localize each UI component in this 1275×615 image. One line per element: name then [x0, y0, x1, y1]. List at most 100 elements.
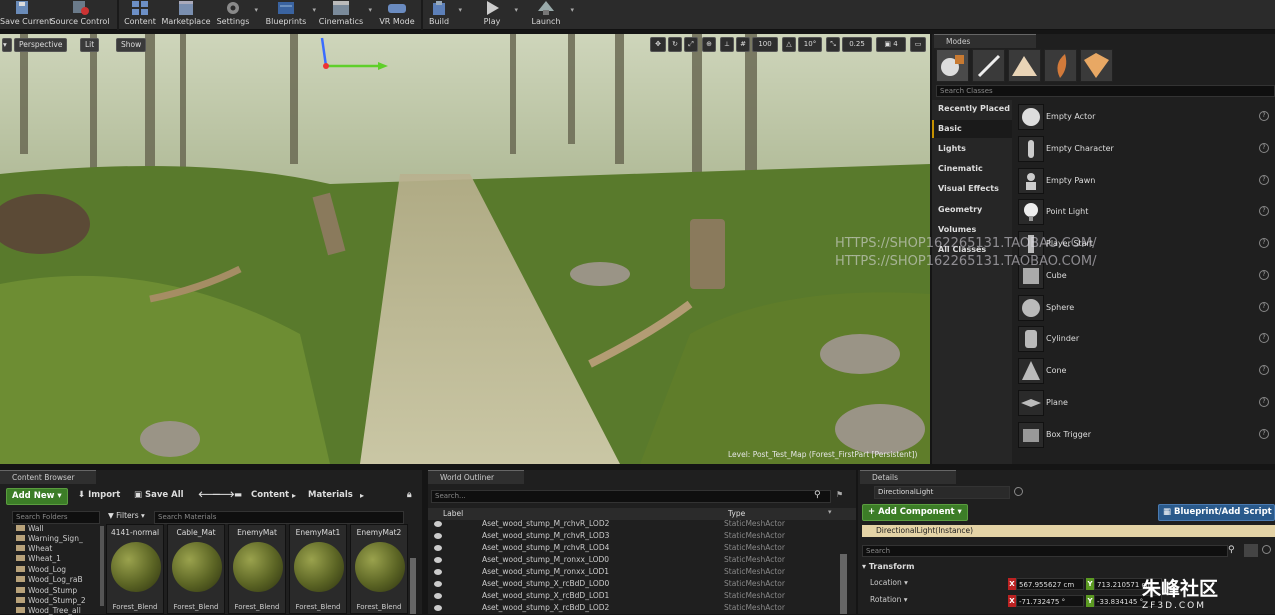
component-instance-row[interactable]: DirectionalLight(Instance) [862, 525, 1275, 537]
vr-mode-button[interactable]: VR Mode [376, 0, 418, 30]
chevron-down-icon[interactable]: ▾ [570, 6, 574, 14]
surface-snap-icon[interactable]: ⟂ [720, 37, 734, 52]
forward-arrow-icon[interactable]: 🡒 [212, 488, 235, 503]
class-item-empty-pawn[interactable]: Empty Pawn? [1016, 166, 1275, 196]
folder-item[interactable]: Wood_Stump [16, 586, 77, 595]
foliage-mode-button[interactable] [1044, 49, 1077, 82]
scale-mode-icon[interactable]: ⤢ [684, 37, 698, 52]
class-item-point-light[interactable]: Point Light? [1016, 197, 1275, 227]
asset-tile[interactable]: EnemyMat1 Forest_Blend [289, 524, 347, 614]
filters-button[interactable]: ▼ Filters ▾ [108, 511, 145, 520]
chevron-down-icon[interactable]: ▾ [368, 6, 372, 14]
help-icon[interactable]: ? [1259, 175, 1269, 185]
visibility-eye-icon[interactable] [434, 545, 442, 551]
category-lights[interactable]: Lights [938, 144, 966, 153]
asset-tile[interactable]: Cable_Mat Forest_Blend [167, 524, 225, 614]
folder-item[interactable]: Wood_Log_raB [16, 575, 83, 584]
paint-mode-button[interactable] [972, 49, 1005, 82]
folder-scrollbar[interactable] [100, 526, 104, 606]
category-geometry[interactable]: Geometry [938, 205, 982, 214]
save-current-button[interactable]: Save Current [0, 0, 52, 30]
camera-speed-button[interactable]: ▣ 4 [876, 37, 906, 52]
landscape-mode-button[interactable] [1008, 49, 1041, 82]
import-button[interactable]: ⬇ Import [78, 488, 120, 503]
cinematics-button[interactable]: Cinematics ▾ [318, 0, 372, 30]
help-icon[interactable]: ? [1259, 365, 1269, 375]
place-mode-button[interactable] [936, 49, 969, 82]
rotation-snap-value[interactable]: 10° [798, 37, 822, 52]
table-row[interactable]: Aset_wood_stump_M_ronxx_LOD1 StaticMeshAc… [434, 566, 844, 578]
class-item-sphere[interactable]: Sphere? [1016, 293, 1275, 323]
help-icon[interactable]: ? [1259, 302, 1269, 312]
content-browser-tab[interactable]: Content Browser [0, 470, 96, 484]
category-volumes[interactable]: Volumes [938, 225, 976, 234]
property-matrix-icon[interactable] [1244, 544, 1258, 557]
lock-selection-icon[interactable] [1014, 487, 1023, 496]
grid-snap-icon[interactable]: # [736, 37, 750, 52]
folder-item[interactable]: Warning_Sign_ [16, 534, 83, 543]
lit-button[interactable]: Lit [80, 38, 100, 52]
add-component-button[interactable]: + Add Component ▾ [862, 504, 968, 521]
class-item-cone[interactable]: Cone? [1016, 356, 1275, 386]
help-icon[interactable]: ? [1259, 111, 1269, 121]
outliner-scrollbar[interactable] [840, 554, 847, 614]
asset-tile[interactable]: EnemyMat Forest_Blend [228, 524, 286, 614]
build-button[interactable]: Build ▾ [424, 0, 462, 30]
location-label[interactable]: Location ▾ [870, 578, 908, 587]
category-visual-effects[interactable]: Visual Effects [938, 184, 999, 193]
chevron-down-icon[interactable]: ▾ [514, 6, 518, 14]
help-icon[interactable]: ? [1259, 397, 1269, 407]
source-control-button[interactable]: Source Control [50, 0, 110, 30]
table-row[interactable]: Aset_wood_stump_M_rchvR_LOD2 StaticMeshAc… [434, 518, 844, 530]
transform-gizmo[interactable] [316, 36, 390, 76]
asset-scrollbar[interactable] [410, 558, 416, 614]
outliner-search-input[interactable]: Search... [431, 490, 831, 503]
scale-snap-icon[interactable]: ⤡ [826, 37, 840, 52]
class-item-box-trigger[interactable]: Box Trigger? [1016, 420, 1275, 450]
folder-item[interactable]: Wall [16, 524, 44, 533]
table-row[interactable]: Aset_wood_stump_M_rchvR_LOD3 StaticMeshAc… [434, 530, 844, 542]
visibility-eye-icon[interactable] [434, 569, 442, 575]
visibility-filter-icon[interactable] [1262, 545, 1271, 554]
geometry-mode-button[interactable] [1080, 49, 1113, 82]
lock-icon[interactable]: 🔒︎ [407, 488, 412, 503]
breadcrumb-materials[interactable]: Materials [308, 488, 353, 503]
folder-item[interactable]: Wheat_1 [16, 554, 61, 563]
help-icon[interactable]: ? [1259, 270, 1269, 280]
visibility-eye-icon[interactable] [434, 581, 442, 587]
chevron-down-icon[interactable]: ▾ [312, 6, 316, 14]
class-item-empty-actor[interactable]: Empty Actor? [1016, 102, 1275, 132]
show-button[interactable]: Show [116, 38, 147, 52]
folder-item[interactable]: Wood_Stump_2 [16, 596, 86, 605]
rotation-x-field[interactable]: X -71.732475 ° [1008, 595, 1084, 607]
translate-mode-icon[interactable]: ✥ [650, 37, 666, 52]
class-item-plane[interactable]: Plane? [1016, 388, 1275, 418]
viewport-options-button[interactable]: ▾ [2, 38, 12, 52]
visibility-eye-icon[interactable] [434, 533, 442, 539]
table-row[interactable]: Aset_wood_stump_X_rcBdD_LOD0 StaticMeshAc… [434, 578, 844, 590]
category-cinematic[interactable]: Cinematic [938, 164, 983, 173]
table-row[interactable]: Aset_wood_stump_M_ronxx_LOD0 StaticMeshAc… [434, 554, 844, 566]
add-new-button[interactable]: Add New ▾ [6, 488, 68, 505]
world-outliner-tab[interactable]: World Outliner [428, 470, 524, 484]
visibility-eye-icon[interactable] [434, 593, 442, 599]
rotation-label[interactable]: Rotation ▾ [870, 595, 908, 604]
save-all-button[interactable]: ▣ Save All [134, 488, 184, 503]
chevron-down-icon[interactable]: ▾ [828, 508, 832, 516]
table-row[interactable]: Aset_wood_stump_M_rchvR_LOD4 StaticMeshAc… [434, 542, 844, 554]
grid-snap-value[interactable]: 100 [752, 37, 778, 52]
rotation-snap-icon[interactable]: △ [782, 37, 796, 52]
transform-section-header[interactable]: ▾ Transform [862, 562, 914, 571]
label-column-header[interactable]: Label [443, 509, 463, 518]
blueprints-button[interactable]: Blueprints ▾ [264, 0, 316, 30]
asset-tile[interactable]: 4141-normal Forest_Blend [106, 524, 164, 614]
help-icon[interactable]: ? [1259, 143, 1269, 153]
play-button[interactable]: Play ▾ [474, 0, 518, 30]
class-item-empty-character[interactable]: Empty Character? [1016, 134, 1275, 164]
folder-item[interactable]: Wood_Log [16, 565, 66, 574]
scale-snap-value[interactable]: 0.25 [842, 37, 872, 52]
search-materials-input[interactable]: Search Materials [154, 511, 404, 524]
category-basic[interactable]: Basic [938, 124, 962, 133]
category-recently-placed[interactable]: Recently Placed [938, 104, 1010, 113]
view-options-icon[interactable]: ⚑ [836, 490, 843, 499]
